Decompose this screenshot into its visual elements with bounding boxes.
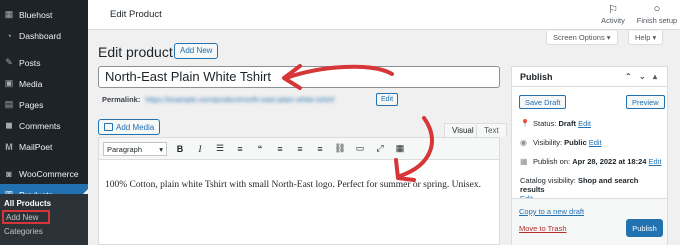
sidebar-item-dashboard[interactable]: ◔ Dashboard (0, 25, 88, 46)
submenu-categories[interactable]: Categories (0, 224, 88, 238)
woocommerce-icon: ◙ (6, 168, 12, 179)
move-to-trash-link[interactable]: Move to Trash (519, 224, 567, 233)
chevron-up-icon[interactable]: ⌃ (625, 72, 632, 81)
sidebar-item-pages[interactable]: ▤ Pages (0, 94, 88, 115)
sidebar-item-label: Bluehost (19, 9, 53, 20)
submenu-all-products[interactable]: All Products (0, 196, 88, 210)
collapse-icon[interactable]: ▴ (653, 72, 657, 81)
screen-options-button[interactable]: Screen Options ▾ (546, 31, 618, 45)
link-icon[interactable]: ⛓ (333, 143, 347, 154)
format-select[interactable]: Paragraph ▾ (103, 141, 167, 156)
sidebar-item-mailpoet[interactable]: M MailPoet (0, 136, 88, 157)
sidebar-item-label: Media (19, 78, 43, 89)
status-value: Draft (558, 119, 576, 128)
bullet-list-icon[interactable]: ☰ (213, 143, 227, 154)
bold-icon[interactable]: B (173, 144, 187, 154)
calendar-icon: ▦ (520, 157, 528, 166)
mailpoet-icon: M (5, 141, 13, 152)
chevron-down-icon[interactable]: ⌄ (639, 72, 646, 81)
pin-icon: 📍 (520, 119, 530, 128)
publish-box-header: Publish ⌃ ⌄ ▴ (512, 67, 667, 87)
eye-icon: ◉ (520, 138, 527, 147)
comments-icon: ◼ (5, 120, 13, 130)
chevron-down-icon: ▾ (159, 144, 163, 154)
sidebar-item-woocommerce[interactable]: ◙ WooCommerce (0, 163, 88, 184)
catalog-visibility-label: Catalog visibility: (520, 176, 576, 185)
activity-label: Activity (601, 16, 625, 25)
more-tag-icon[interactable]: ▭ (353, 143, 367, 154)
permalink: Permalink: https://example.com/product/n… (102, 95, 335, 104)
flag-icon: ⚐ (608, 4, 618, 16)
align-center-icon[interactable]: ≡ (293, 144, 307, 154)
align-right-icon[interactable]: ≡ (313, 144, 327, 154)
fullscreen-icon[interactable]: ⤢ (373, 143, 387, 154)
visibility-row: ◉ Visibility: Public Edit (520, 138, 602, 147)
page-title: Edit product (98, 44, 173, 60)
sidebar-item-label: Pages (19, 99, 44, 110)
publish-date-row: ▦ Publish on: Apr 28, 2022 at 18:24 Edit (520, 157, 661, 166)
publish-button[interactable]: Publish (626, 219, 663, 237)
pin-icon: ✎ (5, 57, 13, 67)
status-row: 📍 Status: Draft Edit (520, 119, 591, 128)
add-media-label: Add Media (116, 122, 155, 132)
media-icon: ▣ (4, 78, 14, 88)
media-icon (104, 123, 113, 131)
content-editor: Paragraph ▾ B I ☰ ≡ “ ≡ ≡ ≡ ⛓ ▭ ⤢ ▦ 100%… (98, 137, 500, 245)
sidebar-item-label: Posts (19, 57, 41, 68)
quote-icon[interactable]: “ (253, 144, 267, 154)
visibility-value: Public (564, 138, 587, 147)
edit-permalink-button[interactable]: Edit (376, 93, 399, 106)
publish-actions: Copy to a new draft Move to Trash Publis… (512, 198, 667, 245)
pages-icon: ▤ (4, 99, 14, 109)
circle-icon: ○ (653, 3, 661, 15)
save-draft-button[interactable]: Save Draft (519, 95, 567, 109)
edit-publish-date-link[interactable]: Edit (649, 157, 662, 166)
align-left-icon[interactable]: ≡ (273, 144, 287, 154)
status-label: Status: (533, 119, 557, 128)
edit-status-link[interactable]: Edit (578, 119, 591, 128)
bluehost-icon: ▦ (4, 9, 14, 19)
sidebar-item-label: MailPoet (19, 141, 53, 152)
publish-box: Publish ⌃ ⌄ ▴ Save Draft Preview 📍 Statu… (511, 66, 668, 245)
admin-sidebar: ▦ Bluehost ◔ Dashboard ✎ Posts ▣ Media ▤… (0, 0, 88, 245)
top-bar: Edit Product ⚐ Activity ○ Finish setup (88, 0, 680, 30)
sidebar-item-comments[interactable]: ◼ Comments (0, 115, 88, 136)
publish-date-value: Apr 28, 2022 at 18:24 (572, 157, 647, 166)
activity-button[interactable]: ⚐ Activity (590, 3, 636, 25)
add-new-button[interactable]: Add New (174, 43, 219, 59)
dashboard-icon: ◔ (6, 30, 12, 41)
tab-text[interactable]: Text (476, 123, 507, 137)
editor-toolbar: Paragraph ▾ B I ☰ ≡ “ ≡ ≡ ≡ ⛓ ▭ ⤢ ▦ (99, 138, 499, 160)
help-button[interactable]: Help ▾ (628, 31, 664, 45)
finish-setup-label: Finish setup (636, 16, 678, 25)
sidebar-item-label: WooCommerce (19, 168, 79, 179)
edit-visibility-link[interactable]: Edit (589, 138, 602, 147)
visibility-label: Visibility: (533, 138, 563, 147)
preview-button[interactable]: Preview (626, 95, 665, 109)
add-media-button[interactable]: Add Media (98, 119, 161, 135)
top-bar-title: Edit Product (110, 9, 162, 20)
sidebar-item-posts[interactable]: ✎ Posts (0, 52, 88, 73)
finish-setup-button[interactable]: ○ Finish setup (634, 3, 680, 25)
format-select-value: Paragraph (107, 144, 143, 154)
sidebar-item-bluehost[interactable]: ▦ Bluehost (0, 4, 88, 25)
sidebar-item-media[interactable]: ▣ Media (0, 73, 88, 94)
submenu-add-new[interactable]: Add New (2, 210, 50, 224)
permalink-label: Permalink: (102, 95, 141, 104)
italic-icon[interactable]: I (193, 144, 207, 154)
numbered-list-icon[interactable]: ≡ (233, 144, 247, 154)
copy-to-draft-link[interactable]: Copy to a new draft (519, 207, 584, 216)
sidebar-item-label: Dashboard (19, 30, 62, 41)
publish-date-label: Publish on: (533, 157, 571, 166)
product-title-input[interactable]: North-East Plain White Tshirt (98, 66, 500, 88)
publish-box-title: Publish (520, 71, 553, 82)
sidebar-item-label: Comments (19, 120, 61, 131)
permalink-url[interactable]: https://example.com/product/north-east-p… (145, 95, 334, 104)
editor-content[interactable]: 100% Cotton, plain white Tshirt with sma… (99, 160, 499, 192)
products-submenu: All Products Add New Categories (0, 194, 88, 245)
toolbar-toggle-icon[interactable]: ▦ (393, 143, 407, 154)
